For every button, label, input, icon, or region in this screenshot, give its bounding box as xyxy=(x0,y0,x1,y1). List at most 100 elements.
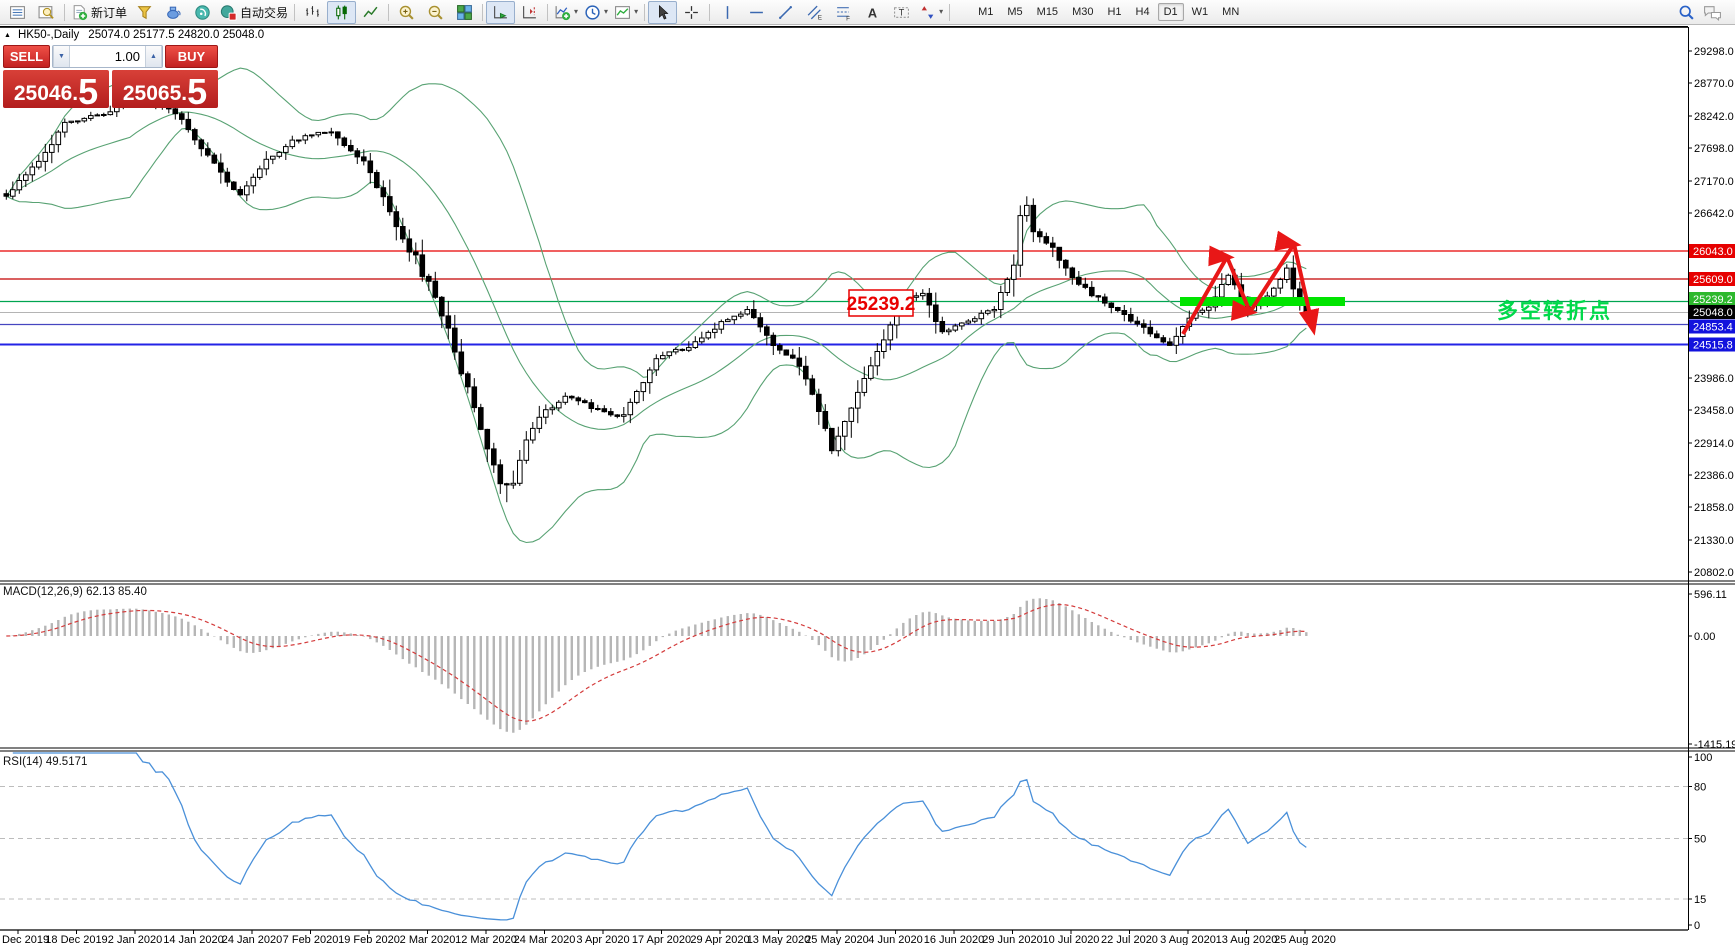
chat-icon[interactable] xyxy=(1703,4,1722,21)
horizontal-line-icon xyxy=(750,11,763,13)
svg-text:25609.0: 25609.0 xyxy=(1693,274,1733,286)
indicators-button[interactable]: ▾ xyxy=(551,1,581,24)
svg-text:2 Mar 2020: 2 Mar 2020 xyxy=(400,934,456,945)
new-order-button[interactable]: 新订单 xyxy=(68,1,130,24)
timeframe-button-H1[interactable]: H1 xyxy=(1101,3,1127,21)
text-tool-button[interactable]: A xyxy=(858,1,887,24)
chart-ohlc-values: 25074.0 25177.5 24820.0 25048.0 xyxy=(88,29,265,41)
channel-tool-button[interactable]: E xyxy=(800,1,829,24)
svg-text:27170.0: 27170.0 xyxy=(1694,176,1734,188)
indicators-dropdown-arrow[interactable]: ▾ xyxy=(574,8,578,16)
svg-text:22386.0: 22386.0 xyxy=(1694,470,1734,482)
cursor-tool-button[interactable] xyxy=(648,0,678,24)
metaeditor-button[interactable] xyxy=(130,1,159,24)
terminal-button[interactable] xyxy=(159,1,188,24)
data-window-button[interactable] xyxy=(32,1,61,24)
tile-windows-icon xyxy=(457,4,472,20)
tile-windows-button[interactable] xyxy=(450,1,479,24)
bollinger-middle-band xyxy=(6,111,1307,430)
candlestick-mode-button[interactable] xyxy=(327,0,357,24)
timeframe-button-M1[interactable]: M1 xyxy=(972,3,999,21)
buy-button[interactable]: BUY xyxy=(165,45,218,68)
date-axis[interactable]: Dec 201918 Dec 2019 2 Jan 2020 14 Jan 2020… xyxy=(0,929,1688,945)
svg-text:3 Aug 2020: 3 Aug 2020 xyxy=(1160,934,1216,945)
zoom-in-button[interactable] xyxy=(392,1,421,24)
line-chart-mode-button[interactable] xyxy=(356,1,385,24)
vertical-line-icon xyxy=(726,5,729,19)
charts-panel-button[interactable] xyxy=(3,1,32,24)
svg-text:25239.2: 25239.2 xyxy=(847,294,916,315)
svg-text:A: A xyxy=(868,5,877,20)
mt4-window: 新订单 自动交易 ▾ ▾ ▾ E F A T ▾ M1 M5 M15 M30 H… xyxy=(0,0,1735,945)
timeframe-button-M30[interactable]: M30 xyxy=(1066,3,1099,21)
toolbar-separator xyxy=(709,3,711,21)
toolbar-separator xyxy=(547,3,549,21)
chart-canvas[interactable]: 25239.2 多空转折点 29298.0 28770.0 28242.0 27698.0… xyxy=(0,25,1735,945)
svg-text:28242.0: 28242.0 xyxy=(1694,111,1734,123)
zoom-out-button[interactable] xyxy=(421,1,450,24)
horizontal-line-tool-button[interactable] xyxy=(742,1,771,24)
collapse-arrow-icon[interactable]: ▲ xyxy=(4,32,11,39)
svg-text:12 Mar 2020: 12 Mar 2020 xyxy=(455,934,517,945)
auto-scroll-icon xyxy=(494,5,507,19)
periods-button[interactable]: ▾ xyxy=(581,1,611,24)
svg-text:16 Jun 2020: 16 Jun 2020 xyxy=(924,934,985,945)
svg-text:3 Apr 2020: 3 Apr 2020 xyxy=(576,934,629,945)
crosshair-tool-button[interactable] xyxy=(677,1,706,24)
volume-decrease-button[interactable]: ▼ xyxy=(53,46,70,67)
main-price-pane[interactable] xyxy=(3,67,1310,544)
volume-increase-button[interactable]: ▲ xyxy=(145,46,162,67)
svg-text:F: F xyxy=(846,15,850,21)
toolbar: 新订单 自动交易 ▾ ▾ ▾ E F A T ▾ M1 M5 M15 M30 H… xyxy=(0,0,1735,25)
auto-scroll-button[interactable] xyxy=(486,0,516,24)
terminal-icon xyxy=(167,6,181,19)
svg-text:24853.4: 24853.4 xyxy=(1693,322,1733,334)
templates-dropdown-arrow[interactable]: ▾ xyxy=(634,8,638,16)
fibonacci-tool-button[interactable]: F xyxy=(829,1,858,24)
price-axis[interactable]: 29298.0 28770.0 28242.0 27698.0 27170.0 26642… xyxy=(0,26,1735,930)
metaeditor-icon xyxy=(137,5,152,19)
macd-label: MACD(12,26,9) 62.13 85.40 xyxy=(3,586,147,598)
bar-chart-mode-button[interactable] xyxy=(298,1,327,24)
buy-price-display[interactable]: 25065. 5 xyxy=(112,70,218,110)
new-order-label: 新订单 xyxy=(91,5,128,20)
text-icon: A xyxy=(868,5,877,20)
svg-text:100: 100 xyxy=(1694,752,1712,764)
timeframe-button-H4[interactable]: H4 xyxy=(1130,3,1156,21)
signals-button[interactable] xyxy=(188,1,217,24)
macd-pane[interactable]: MACD(12,26,9) 62.13 85.40 596.11 0.00 -1415… xyxy=(0,580,1735,751)
toolbar-separator xyxy=(644,3,646,21)
timeframe-button-D1[interactable]: D1 xyxy=(1157,3,1184,21)
templates-button[interactable]: ▾ xyxy=(611,1,641,24)
pivot-price-callout[interactable]: 25239.2 xyxy=(847,289,916,317)
timeframe-button-MN[interactable]: MN xyxy=(1216,3,1245,21)
svg-text:2 Jan 2020: 2 Jan 2020 xyxy=(108,934,162,945)
timeframe-button-M15[interactable]: M15 xyxy=(1031,3,1064,21)
periods-dropdown-arrow[interactable]: ▾ xyxy=(604,8,608,16)
svg-text:24 Mar 2020: 24 Mar 2020 xyxy=(514,934,576,945)
search-icon[interactable] xyxy=(1678,4,1695,21)
sell-button[interactable]: SELL xyxy=(3,45,50,68)
timeframe-button-W1[interactable]: W1 xyxy=(1186,3,1215,21)
volume-input[interactable] xyxy=(70,46,145,67)
data-window-icon xyxy=(38,5,54,19)
text-label-tool-button[interactable]: T xyxy=(887,1,916,24)
vertical-line-tool-button[interactable] xyxy=(713,1,742,24)
trendline-tool-button[interactable] xyxy=(771,1,800,24)
arrows-dropdown-arrow[interactable]: ▾ xyxy=(939,8,943,16)
toolbar-right-group xyxy=(1678,4,1732,21)
svg-text:-1415.19: -1415.19 xyxy=(1694,739,1735,751)
chart-shift-button[interactable] xyxy=(515,1,544,24)
svg-text:Dec 2019: Dec 2019 xyxy=(2,934,49,945)
arrows-tool-button[interactable]: ▾ xyxy=(916,1,946,24)
chart-symbol-period: HK50-,Daily xyxy=(17,29,80,41)
svg-text:T: T xyxy=(899,7,905,17)
sell-price-display[interactable]: 25046. 5 xyxy=(3,70,109,110)
svg-text:19 Feb 2020: 19 Feb 2020 xyxy=(338,934,400,945)
svg-text:28770.0: 28770.0 xyxy=(1694,78,1734,90)
autotrading-button[interactable]: 自动交易 xyxy=(217,1,291,24)
svg-text:23986.0: 23986.0 xyxy=(1694,373,1734,385)
pivot-note-annotation[interactable]: 多空转折点 xyxy=(1497,299,1612,323)
rsi-pane[interactable]: RSI(14) 49.5171 100 80 50 15 0 xyxy=(0,747,1735,932)
timeframe-button-M5[interactable]: M5 xyxy=(1001,3,1028,21)
